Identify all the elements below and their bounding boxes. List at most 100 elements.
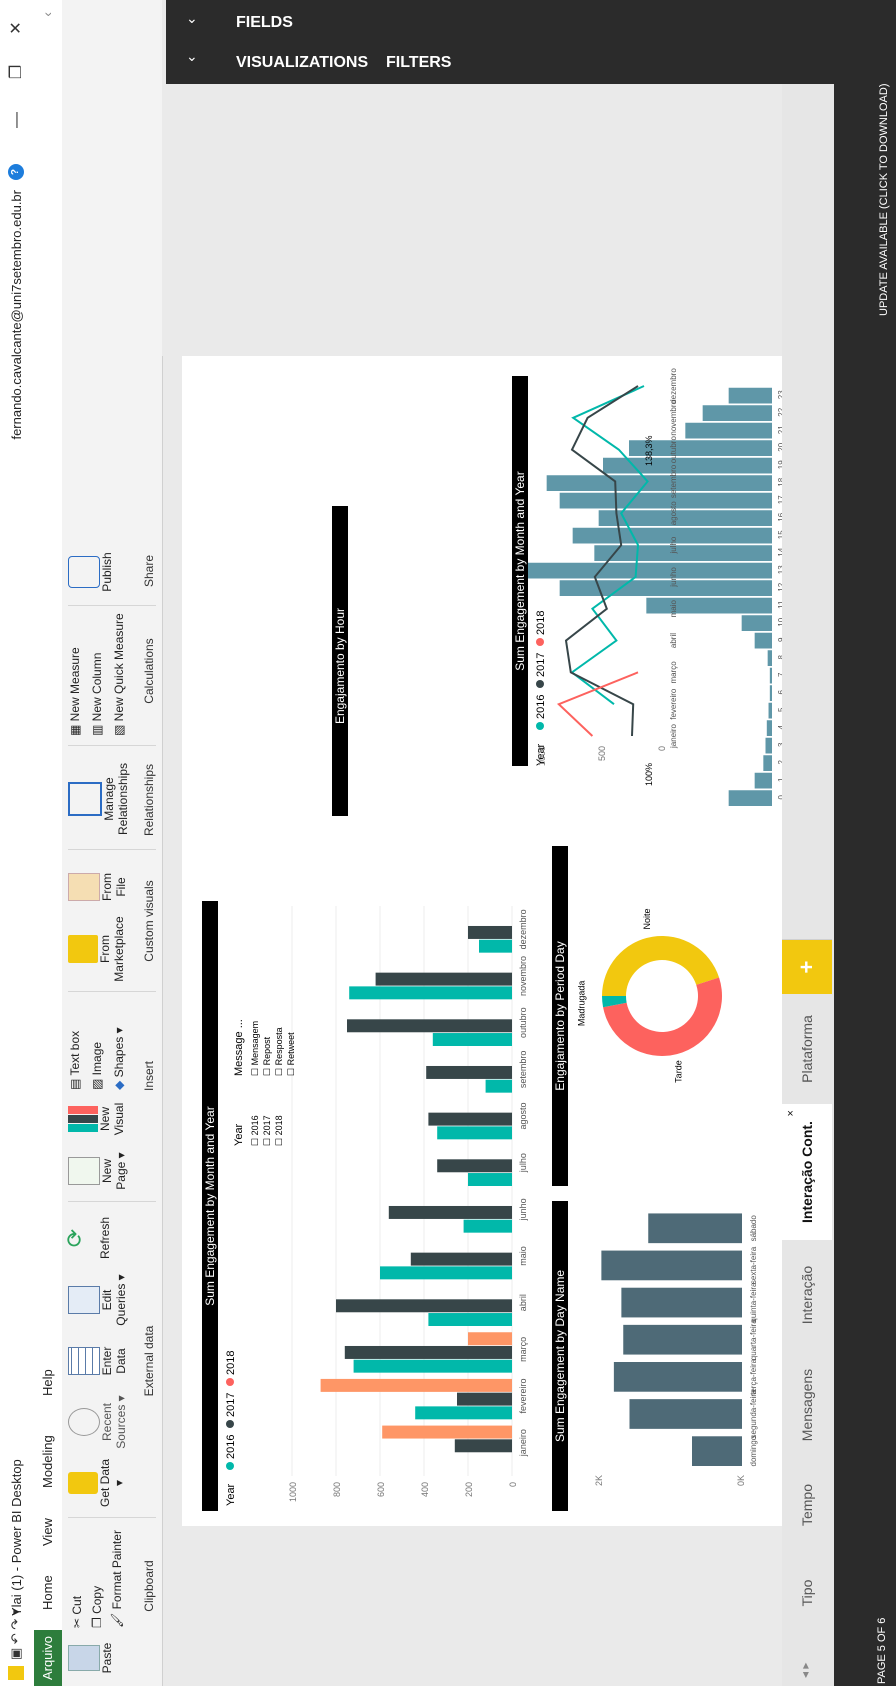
bar (437, 1126, 512, 1140)
publish-button[interactable]: Publish (68, 546, 114, 598)
enter-data-button[interactable]: Enter Data (68, 1336, 128, 1386)
new-page-button[interactable]: New Page ▾ (68, 1148, 128, 1194)
help-badge-icon[interactable]: ? (8, 164, 24, 180)
view-switcher (162, 1536, 192, 1686)
x-tick-label: dezembro (669, 368, 678, 404)
quick-access-toolbar[interactable]: ▣ ↶ ↷ ▾ (8, 1609, 24, 1660)
tab-modeling[interactable]: Modeling (40, 1435, 55, 1488)
tab-page-plataforma[interactable]: Plataforma (782, 993, 832, 1104)
tab-page-mensagens[interactable]: Mensagens (782, 1349, 832, 1460)
table-icon (68, 1347, 100, 1375)
bar (646, 597, 773, 614)
bar (468, 925, 512, 939)
page-indicator: PAGE 5 OF 6 (876, 1617, 888, 1684)
quick-measure-icon: ▧ (112, 724, 126, 736)
series-line (570, 385, 649, 705)
group-label-clipboard: Clipboard (142, 1560, 156, 1612)
new-column-button[interactable]: ▥ New Column (90, 653, 104, 736)
refresh-button[interactable]: ⟳ Refresh (62, 1210, 112, 1266)
from-marketplace-button[interactable]: From Marketplace (68, 914, 126, 984)
page-nav-arrows[interactable]: ◂ ▸ (798, 1663, 812, 1678)
edit-queries-button[interactable]: Edit Queries ▾ (68, 1270, 128, 1330)
bar (388, 1205, 512, 1219)
bar (685, 422, 773, 439)
minimize-icon[interactable]: — (4, 100, 30, 140)
format-painter-button[interactable]: 🖌 Format Painter (110, 1530, 124, 1628)
tab-page-interacao-cont[interactable]: Interação Cont. × (782, 1103, 832, 1240)
add-page-button[interactable]: + (782, 939, 832, 994)
y-tick-label: 1000 (537, 746, 547, 766)
bar (769, 667, 772, 684)
chart-title: Sum Engagement by Month and Year (203, 1106, 217, 1305)
fields-pane-header[interactable]: FIELDS (236, 14, 293, 32)
manage-relationships-button[interactable]: Manage Relationships (68, 754, 130, 844)
bar (629, 1399, 742, 1429)
close-tab-icon[interactable]: × (766, 1110, 816, 1116)
bar (437, 1159, 512, 1173)
new-page-icon (68, 1157, 100, 1185)
bar (692, 1436, 742, 1466)
x-tick-label: terça-feira (749, 1358, 758, 1395)
x-tick-label: dezembro (518, 909, 528, 949)
recent-sources-button[interactable]: Recent Sources ▾ (68, 1392, 128, 1452)
paste-icon (68, 1645, 100, 1671)
bar (728, 790, 773, 806)
image-button[interactable]: ▨ Image (90, 1042, 104, 1090)
file-icon (68, 873, 100, 901)
tab-page-interacao[interactable]: Interação (782, 1239, 832, 1350)
bar (380, 1266, 512, 1280)
chart-icon (68, 1106, 98, 1132)
from-file-button[interactable]: From File (68, 864, 128, 910)
tab-view[interactable]: View (40, 1518, 55, 1546)
chart-title: Engajamento by Hour (333, 608, 347, 724)
visualizations-pane-header[interactable]: VISUALIZATIONS (236, 54, 368, 72)
x-tick-label: janeiro (518, 1429, 528, 1457)
copy-button[interactable]: ❐ Copy (90, 1586, 104, 1628)
bar (754, 772, 773, 789)
cut-button[interactable]: ✂ Cut (70, 1596, 84, 1628)
legend-marker (226, 1378, 234, 1386)
legend-label: 2016 (535, 695, 547, 719)
slicer-item: ☐ Mensagem (250, 1021, 260, 1076)
bar (410, 1252, 512, 1266)
bar (559, 492, 772, 509)
slice-label: Madrugada (576, 981, 586, 1027)
get-data-button[interactable]: Get Data ▾ (68, 1458, 126, 1508)
shapes-button[interactable]: ◆ Shapes ▾ (112, 1027, 126, 1090)
text-box-button[interactable]: ▤ Text box (68, 1031, 82, 1090)
tab-home[interactable]: Home (40, 1575, 55, 1610)
bar (768, 702, 772, 719)
slicer-item: ☐ Resposta (274, 1027, 284, 1076)
collapse-ribbon-icon[interactable]: ‹ (39, 12, 55, 17)
paste-button[interactable]: Paste (68, 1638, 114, 1678)
x-tick-label: maio (669, 600, 678, 618)
bar (375, 972, 512, 986)
report-canvas: Sum Engagement by Month and Year Year 2016… (182, 356, 786, 1526)
new-quick-measure-button[interactable]: ▧ New Quick Measure (112, 613, 126, 736)
x-tick-label: agosto (518, 1102, 528, 1129)
tab-help[interactable]: Help (40, 1369, 55, 1396)
slicer-item: ☐ 2017 (262, 1115, 272, 1146)
new-measure-button[interactable]: ▦ New Measure (68, 647, 82, 736)
new-visual-button[interactable]: New Visual (68, 1096, 126, 1142)
update-notice[interactable]: UPDATE AVAILABLE (CLICK TO DOWNLOAD) (878, 84, 890, 316)
group-label-insert: Insert (142, 1061, 156, 1092)
close-icon[interactable]: ✕ (4, 8, 30, 48)
slicer-item: ☐ 2016 (250, 1115, 260, 1146)
ribbon-separator (68, 991, 156, 992)
maximize-icon[interactable]: ❐ (4, 52, 30, 92)
ribbon: Paste ✂ Cut ❐ Copy 🖌 Format Painter Clip… (62, 0, 163, 1686)
bar (485, 1079, 513, 1093)
user-account[interactable]: fernando.cavalcante@uni7setembro.edu.br (9, 190, 24, 440)
tab-page-tipo[interactable]: Tipo (782, 1549, 832, 1636)
y-tick-label: 400 (420, 1482, 430, 1497)
tab-page-tempo[interactable]: Tempo (782, 1459, 832, 1550)
x-tick-label: maio (518, 1246, 528, 1266)
y-tick-label: 800 (332, 1482, 342, 1497)
chevron-down-icon[interactable]: ⌄ (186, 48, 198, 65)
bar (516, 562, 773, 579)
filters-pane-header[interactable]: FILTERS (386, 54, 451, 72)
ribbon-separator (68, 1517, 156, 1518)
chevron-down-icon[interactable]: ⌄ (186, 10, 198, 27)
tab-arquivo[interactable]: Arquivo (34, 1630, 62, 1686)
